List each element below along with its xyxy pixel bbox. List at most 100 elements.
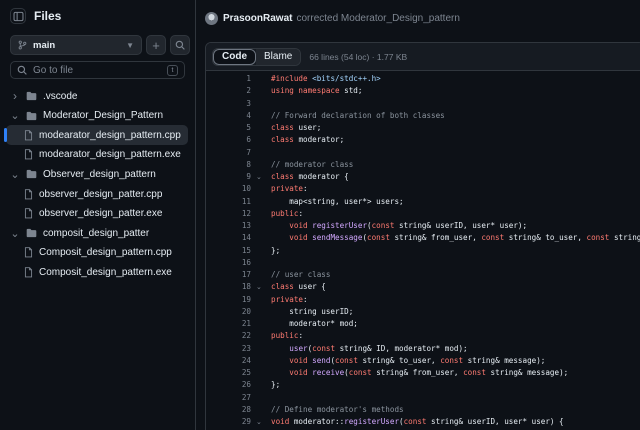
chevron-down-icon[interactable]: ⌄ bbox=[10, 109, 20, 122]
tree-file[interactable]: modearator_design_pattern.exe bbox=[0, 145, 190, 165]
code-token: private bbox=[271, 184, 304, 194]
file-tree-sidebar: Files main ▼ + t › .vscode ⌄ Moderator_Desi… bbox=[0, 0, 196, 430]
search-icon bbox=[175, 40, 185, 50]
code-text: class moderator; bbox=[271, 134, 344, 146]
line-number[interactable]: 2 bbox=[206, 85, 251, 97]
line-number[interactable]: 5 bbox=[206, 122, 251, 134]
code-token: user bbox=[289, 343, 308, 353]
git-branch-icon bbox=[18, 40, 27, 50]
tab-code[interactable]: Code bbox=[213, 48, 256, 65]
fold-chevron-icon[interactable]: ⌄ bbox=[256, 171, 262, 183]
line-number[interactable]: 7 bbox=[206, 147, 251, 159]
code-token: string& userID, user* user) { bbox=[431, 417, 564, 426]
code-text: // moderator class bbox=[271, 159, 353, 171]
code-line: 26}; bbox=[206, 379, 640, 391]
tree-folder[interactable]: › .vscode bbox=[0, 86, 190, 106]
tree-folder[interactable]: ⌄ composit_design_patter bbox=[0, 223, 190, 243]
code-token: registerUser bbox=[312, 221, 368, 230]
code-line: 22 public: bbox=[206, 330, 640, 342]
code-token: void bbox=[289, 355, 313, 365]
code-token: string& to_user, bbox=[362, 355, 441, 365]
line-number[interactable]: 22 bbox=[206, 330, 251, 342]
code-text: void moderator::registerUser(const strin… bbox=[271, 416, 564, 428]
branch-selector[interactable]: main ▼ bbox=[10, 35, 142, 55]
tree-file[interactable]: Composit_design_pattern.exe bbox=[0, 262, 190, 282]
code-text: public: bbox=[271, 330, 303, 342]
code-token: const bbox=[481, 233, 509, 243]
fold-chevron-icon[interactable]: ⌄ bbox=[256, 281, 262, 293]
code-token: // Forward declaration of both classes bbox=[271, 110, 445, 120]
line-number[interactable]: 28 bbox=[206, 404, 251, 416]
collapse-panel-icon[interactable] bbox=[10, 8, 26, 24]
line-number[interactable]: 4 bbox=[206, 110, 251, 122]
line-number[interactable]: 19 bbox=[206, 294, 251, 306]
line-number[interactable]: 20 bbox=[206, 306, 251, 318]
commit-author[interactable]: PrasoonRawat bbox=[223, 13, 292, 24]
code-token: public bbox=[271, 331, 299, 341]
code-line: 15}; bbox=[206, 245, 640, 257]
line-number[interactable]: 6 bbox=[206, 134, 251, 146]
code-line: 14 void sendMessage(const string& from_u… bbox=[206, 232, 640, 244]
line-number[interactable]: 18 bbox=[206, 281, 251, 293]
line-number[interactable]: 16 bbox=[206, 257, 251, 269]
code-token: const bbox=[348, 368, 377, 377]
file-viewer: Code Blame 66 lines (54 loc) · 1.77 KB 1… bbox=[205, 42, 640, 430]
code-text: void receive(const string& from_user, co… bbox=[271, 367, 568, 379]
commit-message[interactable]: corrected Moderator_Design_pattern bbox=[296, 13, 459, 24]
line-number[interactable]: 17 bbox=[206, 269, 251, 281]
code-token: string& message); bbox=[467, 355, 546, 365]
tree-file[interactable]: observer_design_patter.cpp bbox=[0, 184, 190, 204]
code-text: private: bbox=[271, 183, 308, 195]
fold-chevron-icon[interactable]: ⌄ bbox=[256, 416, 262, 428]
code-text: private: bbox=[271, 294, 308, 306]
avatar[interactable] bbox=[205, 11, 218, 25]
line-number[interactable]: 26 bbox=[206, 379, 251, 391]
file-header: Code Blame 66 lines (54 loc) · 1.77 KB bbox=[206, 43, 640, 71]
chevron-right-icon[interactable]: › bbox=[10, 89, 20, 103]
line-number[interactable]: 23 bbox=[206, 343, 251, 355]
tree-file[interactable]: observer_design_patter.exe bbox=[0, 204, 190, 224]
latest-commit-bar: PrasoonRawat corrected Moderator_Design_… bbox=[205, 7, 640, 29]
line-number[interactable]: 29 bbox=[206, 416, 251, 428]
code-token: class bbox=[271, 172, 299, 181]
line-number[interactable]: 8 bbox=[206, 159, 251, 171]
code-token: registerUser bbox=[344, 417, 400, 426]
line-number[interactable]: 13 bbox=[206, 220, 251, 232]
line-number[interactable]: 24 bbox=[206, 355, 251, 367]
line-number[interactable]: 27 bbox=[206, 392, 251, 404]
code-token: string& userID, user* user); bbox=[399, 221, 528, 230]
chevron-down-icon[interactable]: ⌄ bbox=[10, 168, 20, 181]
code-token: user; bbox=[298, 123, 322, 132]
tree-folder[interactable]: ⌄ Observer_design_pattern bbox=[0, 164, 190, 184]
code-line: 11 map<string, user*> users; bbox=[206, 196, 640, 208]
line-number[interactable]: 14 bbox=[206, 232, 251, 244]
search-button[interactable] bbox=[170, 35, 190, 55]
add-file-button[interactable]: + bbox=[146, 35, 166, 55]
line-number[interactable]: 25 bbox=[206, 367, 251, 379]
line-number[interactable]: 10 bbox=[206, 183, 251, 195]
code-token: : bbox=[303, 294, 308, 304]
line-number[interactable]: 9 bbox=[206, 171, 251, 183]
line-number[interactable]: 3 bbox=[206, 98, 251, 110]
code-token: // moderator class bbox=[271, 159, 354, 169]
go-to-file-input[interactable] bbox=[33, 64, 167, 76]
line-number[interactable]: 11 bbox=[206, 196, 251, 208]
code-token: void bbox=[289, 221, 313, 230]
tab-blame[interactable]: Blame bbox=[256, 48, 301, 65]
tree-item-label: modearator_design_pattern.exe bbox=[39, 149, 181, 161]
main-content: PrasoonRawat corrected Moderator_Design_… bbox=[197, 0, 640, 430]
line-number[interactable]: 12 bbox=[206, 208, 251, 220]
line-number[interactable]: 15 bbox=[206, 245, 251, 257]
line-number[interactable]: 21 bbox=[206, 318, 251, 330]
chevron-down-icon[interactable]: ⌄ bbox=[10, 227, 20, 240]
tree-folder[interactable]: ⌄ Moderator_Design_Pattern bbox=[0, 106, 190, 126]
code-token: const bbox=[335, 355, 363, 365]
line-number[interactable]: 1 bbox=[206, 73, 251, 85]
tree-file[interactable]: modearator_design_pattern.cpp bbox=[4, 125, 188, 146]
tree-file[interactable]: Composit_design_pattern.cpp bbox=[0, 243, 190, 263]
branch-name: main bbox=[33, 39, 56, 51]
code-token: : bbox=[298, 208, 304, 218]
folder-icon bbox=[26, 91, 37, 101]
tree-item-label: .vscode bbox=[43, 90, 78, 102]
